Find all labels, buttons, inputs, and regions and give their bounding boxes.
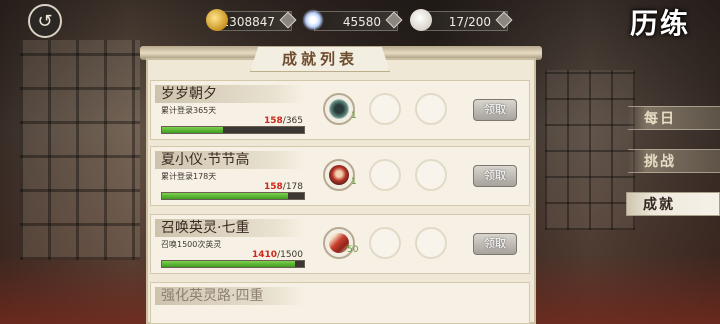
reward-quantity: 50 xyxy=(347,245,359,255)
scroll-reward-icon xyxy=(329,99,349,119)
achievement-name: 夏小仪·节节高 xyxy=(161,152,250,168)
background-window xyxy=(545,70,635,230)
crystal-counter: 45580 xyxy=(314,11,398,31)
stamina-counter: 17/200 xyxy=(420,11,508,31)
progress-bar xyxy=(161,192,305,200)
progress-fill xyxy=(162,261,296,267)
empty-reward-slot xyxy=(415,159,447,191)
achievement-desc: 累计登录365天 xyxy=(161,106,217,115)
tab-challenge[interactable]: 挑战 xyxy=(628,149,720,173)
achievement-row: 夏小仪·节节高 累计登录178天 158/178 1 领取 xyxy=(150,146,530,206)
progress-current: 1410 xyxy=(252,250,278,260)
progress-total: /365 xyxy=(282,116,303,126)
stamina-value: 17/200 xyxy=(448,15,491,29)
background-shoji-screen xyxy=(20,40,140,260)
summon-card-icon xyxy=(329,233,349,253)
empty-reward-slot xyxy=(369,93,401,125)
achievement-desc: 召唤1500次英灵 xyxy=(161,240,222,249)
achievement-name: 召唤英灵·七重 xyxy=(161,220,250,236)
empty-reward-slot xyxy=(369,227,401,259)
stamina-icon xyxy=(410,9,432,31)
claim-button[interactable]: 领取 xyxy=(473,99,517,121)
progress-fill xyxy=(162,193,289,199)
coin-value: 1308847 xyxy=(221,15,275,29)
achievement-name: 强化英灵路·四重 xyxy=(161,288,264,304)
tab-daily[interactable]: 每日 xyxy=(628,106,720,130)
progress-total: /1500 xyxy=(277,250,303,260)
progress-text: 158/365 xyxy=(264,116,303,126)
achievement-row: 召唤英灵·七重 召唤1500次英灵 1410/1500 50 领取 xyxy=(150,214,530,274)
reward-quantity: 1 xyxy=(351,111,357,121)
achievement-desc: 累计登录178天 xyxy=(161,172,217,181)
progress-text: 1410/1500 xyxy=(252,250,303,260)
achievement-name: 岁岁朝夕 xyxy=(161,86,217,102)
star-crystal-icon xyxy=(302,9,324,31)
empty-reward-slot xyxy=(415,227,447,259)
coin-icon xyxy=(206,9,228,31)
empty-reward-slot xyxy=(369,159,401,191)
progress-current: 158 xyxy=(263,182,283,192)
progress-total: /178 xyxy=(282,182,303,192)
empty-reward-slot xyxy=(415,93,447,125)
achievement-row: 强化英灵路·四重 xyxy=(150,282,530,324)
page-title: 历练 xyxy=(629,7,690,40)
top-bar: ↺ 1308847 45580 17/200 历练 xyxy=(0,0,720,42)
crystal-value: 45580 xyxy=(342,15,381,29)
claim-button[interactable]: 领取 xyxy=(473,233,517,255)
progress-current: 158 xyxy=(263,116,283,126)
progress-bar xyxy=(161,260,305,268)
reward-quantity: 1 xyxy=(351,177,357,187)
progress-bar xyxy=(161,126,305,134)
character-portrait-icon xyxy=(329,165,349,185)
progress-fill xyxy=(162,127,224,133)
back-button[interactable]: ↺ xyxy=(28,4,62,38)
progress-text: 158/178 xyxy=(264,182,303,192)
panel-title: 成就列表 xyxy=(250,46,390,72)
achievement-row: 岁岁朝夕 累计登录365天 158/365 1 领取 xyxy=(150,80,530,140)
tab-achievement[interactable]: 成就 xyxy=(626,192,720,216)
back-swirl-icon: ↺ xyxy=(37,10,53,32)
claim-button[interactable]: 领取 xyxy=(473,165,517,187)
